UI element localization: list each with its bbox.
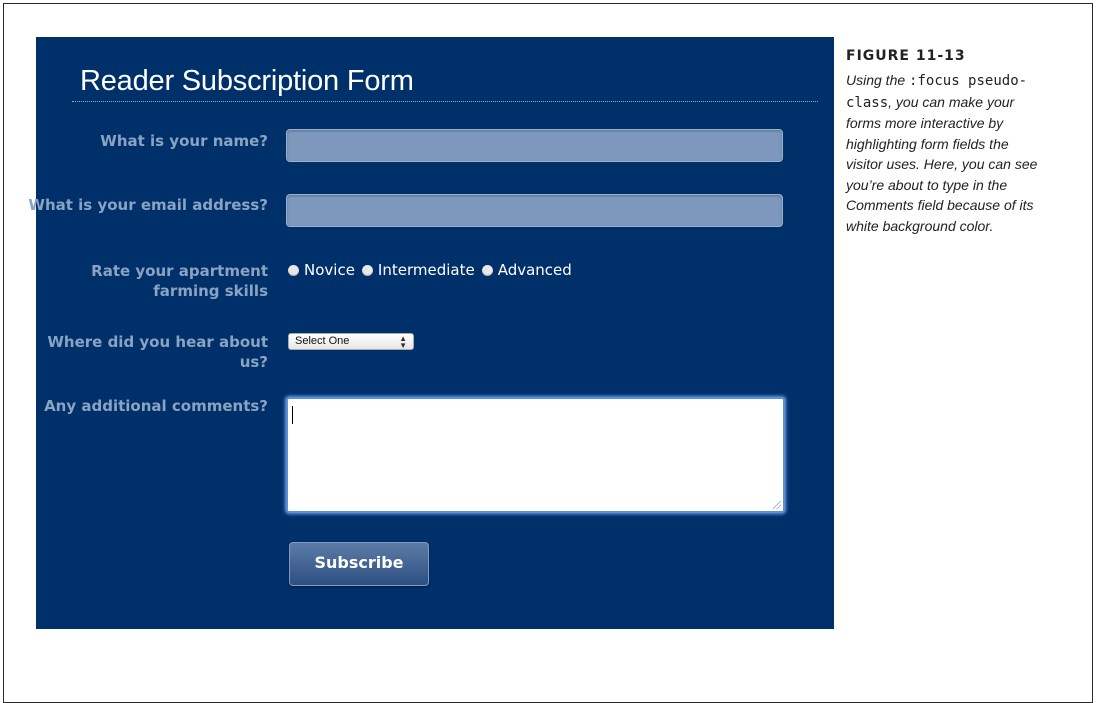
name-label: What is your name? <box>100 132 268 150</box>
email-label: What is your email address? <box>28 196 268 214</box>
heard-label: Where did you hear about us? <box>47 333 268 371</box>
form-title: Reader Subscription Form <box>80 65 414 97</box>
radio-button-icon[interactable] <box>481 264 493 276</box>
caption-text-end: , you can make your forms more interacti… <box>846 93 1038 234</box>
select-arrows-icon: ▲ ▼ <box>399 334 407 350</box>
heard-select[interactable]: Select One ▲ ▼ <box>288 333 414 350</box>
text-caret <box>292 406 293 424</box>
figure-caption: FIGURE 11-13 Using the :focus pseudo-cla… <box>846 48 1046 236</box>
caption-text-start: Using the <box>846 72 910 88</box>
comments-label: Any additional comments? <box>44 397 268 415</box>
select-value: Select One <box>295 335 350 347</box>
radio-advanced[interactable]: Advanced <box>481 261 572 279</box>
radio-label: Intermediate <box>377 261 475 279</box>
name-input[interactable] <box>286 129 783 162</box>
subscribe-button[interactable]: Subscribe <box>289 542 429 586</box>
skill-radio-group: Novice Intermediate Advanced <box>288 261 579 279</box>
resize-grip-icon[interactable] <box>773 501 781 509</box>
radio-label: Advanced <box>497 261 572 279</box>
title-divider <box>72 101 818 102</box>
comments-textarea[interactable] <box>286 397 785 513</box>
radio-label: Novice <box>304 261 355 279</box>
subscription-form-panel: Reader Subscription Form What is your na… <box>28 37 834 629</box>
radio-novice[interactable]: Novice <box>288 261 355 279</box>
radio-button-icon[interactable] <box>288 264 299 276</box>
radio-button-icon[interactable] <box>361 264 373 276</box>
email-input[interactable] <box>286 194 783 227</box>
figure-description: Using the :focus pseudo-class, you can m… <box>846 70 1046 236</box>
figure-label: FIGURE 11-13 <box>846 48 966 64</box>
radio-intermediate[interactable]: Intermediate <box>361 261 475 279</box>
skill-label: Rate your apartment farming skills <box>91 262 268 300</box>
